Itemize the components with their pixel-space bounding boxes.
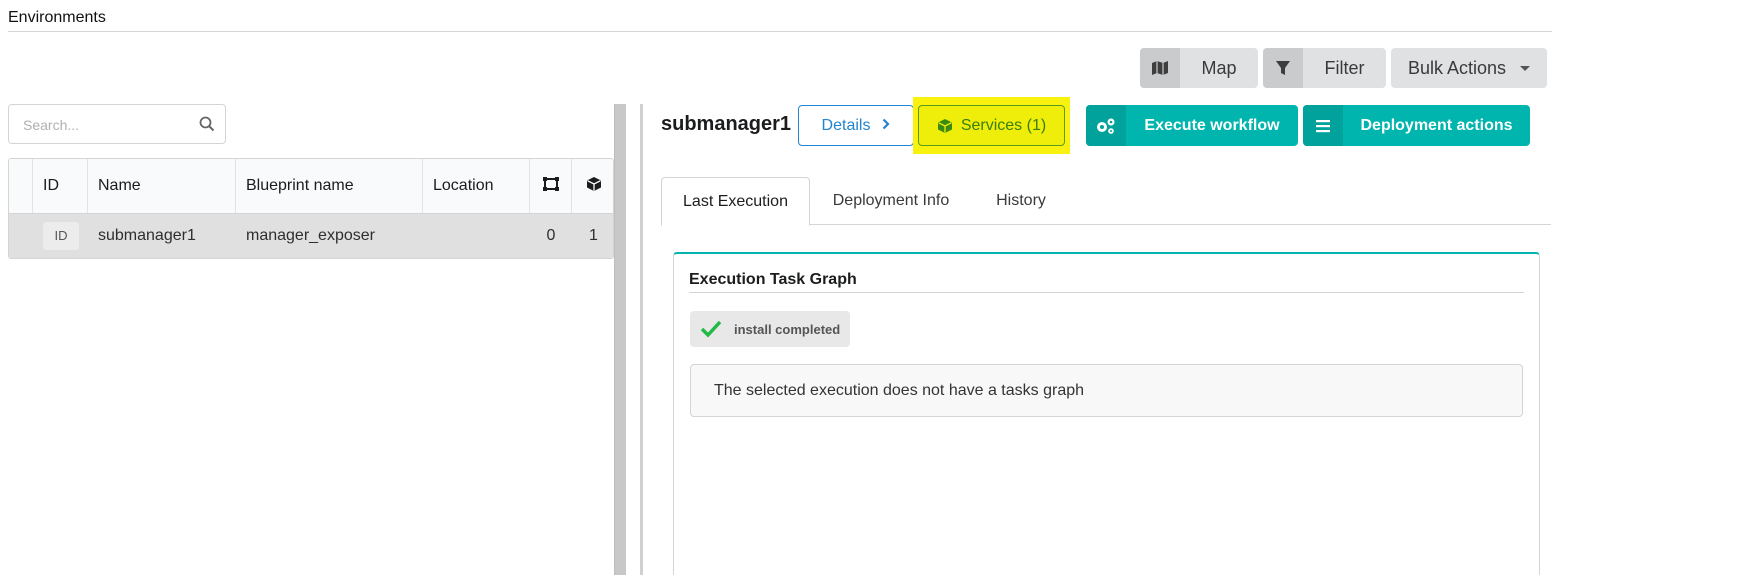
section-divider [689,292,1524,293]
column-blueprint[interactable]: Blueprint name [236,159,423,213]
search-box [8,104,226,144]
search-input[interactable] [23,114,193,136]
section-title: Execution Task Graph [689,271,857,288]
row-spacer [9,214,33,258]
row-nodes-count: 0 [546,227,556,244]
filter-button[interactable]: Filter [1263,48,1386,88]
details-button-label: Details [821,116,871,134]
services-button-label: Services (1) [960,116,1047,134]
column-name[interactable]: Name [88,159,236,213]
tab-bar: Last Execution Deployment Info History [661,177,1551,226]
execute-workflow-button[interactable]: Execute workflow [1086,105,1298,146]
map-icon [1140,48,1180,88]
row-id-cell: ID [33,214,88,258]
bulk-actions-dropdown[interactable]: Bulk Actions [1391,48,1547,88]
row-location [423,214,530,258]
row-name: submanager1 [98,227,196,244]
details-button[interactable]: Details [798,105,914,146]
deployment-title: submanager1 [661,113,792,135]
deployment-actions-label: Deployment actions [1360,116,1513,134]
tab-last-execution[interactable]: Last Execution [661,177,810,226]
cube-icon [586,176,602,197]
execute-workflow-label: Execute workflow [1144,116,1280,134]
search-icon [199,116,215,137]
info-message: The selected execution does not have a t… [690,364,1523,417]
column-location[interactable]: Location [423,159,530,213]
column-nodes[interactable] [530,159,572,213]
filter-icon [1263,48,1303,88]
filter-button-label: Filter [1324,57,1365,78]
page-header: Environments [8,0,1552,32]
column-services[interactable] [572,159,613,213]
cogs-icon [1086,105,1126,146]
checkmark-icon [700,320,722,338]
execution-status-label: install completed [690,311,850,347]
id-badge[interactable]: ID [43,222,79,250]
deployments-table: ID Name Blueprint name Location ID subma… [8,158,614,259]
table-header: ID Name Blueprint name Location [9,159,613,214]
column-id[interactable]: ID [33,159,88,213]
row-services-count: 1 [589,227,598,244]
execution-status-text: install completed [734,321,841,337]
map-button-label: Map [1201,57,1237,78]
cube-icon [937,118,953,134]
deployment-actions-button[interactable]: Deployment actions [1303,105,1530,146]
execution-task-graph-panel: Execution Task Graph install completed T… [673,252,1540,575]
panel-divider [640,104,643,575]
page-title: Environments [8,9,106,26]
menu-icon [1303,105,1343,146]
bulk-actions-label: Bulk Actions [1407,57,1507,78]
caret-down-icon [1520,65,1531,71]
services-button[interactable]: Services (1) [918,105,1065,146]
tab-deployment-info[interactable]: Deployment Info [810,177,972,225]
panel-splitter[interactable] [614,104,626,575]
map-button[interactable]: Map [1140,48,1258,88]
chevron-right-icon [882,117,891,135]
row-blueprint: manager_exposer [246,227,375,244]
table-row[interactable]: ID submanager1 manager_exposer 0 1 [9,214,613,258]
nodes-icon [542,176,560,197]
tab-history[interactable]: History [972,177,1070,225]
header-spacer [9,159,33,213]
